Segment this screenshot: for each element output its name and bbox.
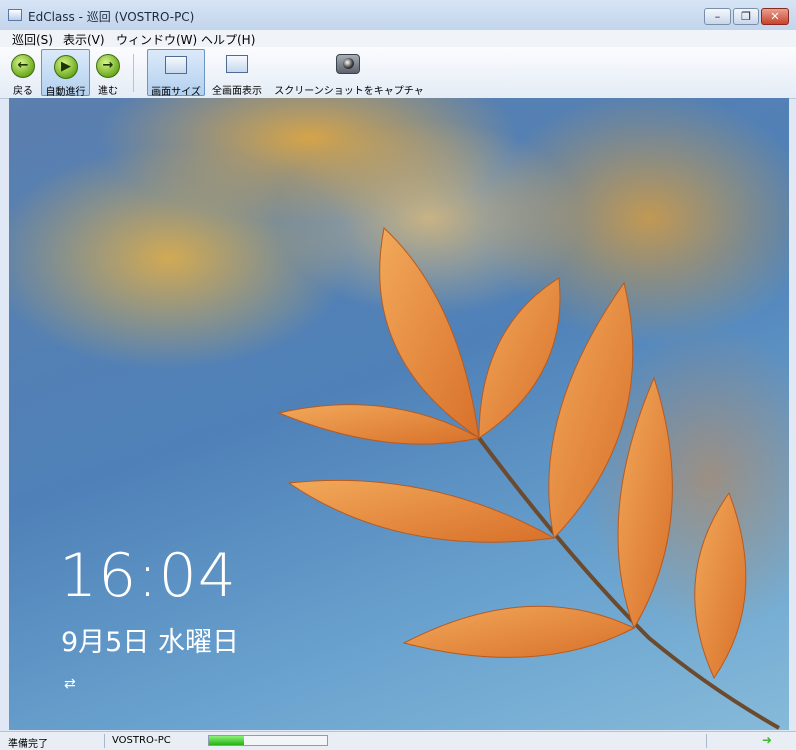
close-icon: ✕ xyxy=(770,10,780,23)
capture-label: スクリーンショットをキャプチャ xyxy=(274,86,424,97)
maximize-button[interactable]: ❐ xyxy=(733,8,759,25)
back-button[interactable]: ← 戻る xyxy=(6,49,40,97)
lockscreen-time: 16:04 xyxy=(59,541,237,611)
screen-size-icon xyxy=(165,56,187,74)
arrow-icon: ➜ xyxy=(762,733,773,747)
maximize-icon: ❐ xyxy=(741,10,751,23)
close-button[interactable]: ✕ xyxy=(761,8,789,25)
status-ready: 準備完了 xyxy=(8,739,48,750)
remote-screen-view[interactable]: 16:04 9月5日 水曜日 ⇄ xyxy=(9,98,789,730)
window-title: EdClass - 巡回 (VOSTRO-PC) xyxy=(28,10,195,24)
menu-help[interactable]: ヘルプ(H) xyxy=(201,31,255,48)
menu-patrol[interactable]: 巡回(S) xyxy=(12,31,53,48)
forward-arrow-icon: → xyxy=(96,54,120,78)
status-pc-name: VOSTRO-PC xyxy=(112,735,171,746)
fullscreen-button[interactable]: 全画面表示 xyxy=(209,49,265,97)
network-icon[interactable]: ⇄ xyxy=(64,676,76,692)
menu-bar: 巡回(S) 表示(V) ウィンドウ(W) ヘルプ(H) xyxy=(0,30,796,47)
menu-view[interactable]: 表示(V) xyxy=(63,31,105,48)
fullscreen-label: 全画面表示 xyxy=(212,86,262,97)
lockscreen-date: 9月5日 水曜日 xyxy=(61,627,239,658)
title-bar[interactable]: EdClass - 巡回 (VOSTRO-PC) – ❐ ✕ xyxy=(0,0,796,31)
minimize-button[interactable]: – xyxy=(704,8,731,25)
app-icon xyxy=(8,9,22,21)
main-window: EdClass - 巡回 (VOSTRO-PC) – ❐ ✕ 巡回(S) 表示(… xyxy=(0,0,796,750)
play-icon: ▶ xyxy=(54,55,78,79)
camera-icon xyxy=(336,54,360,74)
forward-button[interactable]: → 進む xyxy=(92,49,124,97)
back-arrow-icon: ← xyxy=(11,54,35,78)
progress-fill xyxy=(209,736,245,745)
menu-window[interactable]: ウィンドウ(W) xyxy=(116,31,197,48)
forward-label: 進む xyxy=(98,86,118,97)
minimize-icon: – xyxy=(714,10,721,23)
toolbar-separator xyxy=(133,54,134,92)
auto-advance-label: 自動進行 xyxy=(45,87,86,98)
auto-advance-button[interactable]: ▶ 自動進行 xyxy=(41,49,90,98)
screen-size-button[interactable]: 画面サイズ xyxy=(147,49,205,98)
toolbar: ← 戻る ▶ 自動進行 → 進む 画面サイズ 全画面表示 スクリーンショットをキ… xyxy=(0,47,796,99)
fullscreen-icon xyxy=(226,55,248,73)
status-bar: 準備完了 VOSTRO-PC ➜ xyxy=(0,731,796,750)
screen-size-label: 画面サイズ xyxy=(151,87,201,98)
back-label: 戻る xyxy=(13,86,33,97)
capture-button[interactable]: スクリーンショットをキャプチャ xyxy=(270,49,428,97)
patrol-progress-bar xyxy=(208,735,328,746)
